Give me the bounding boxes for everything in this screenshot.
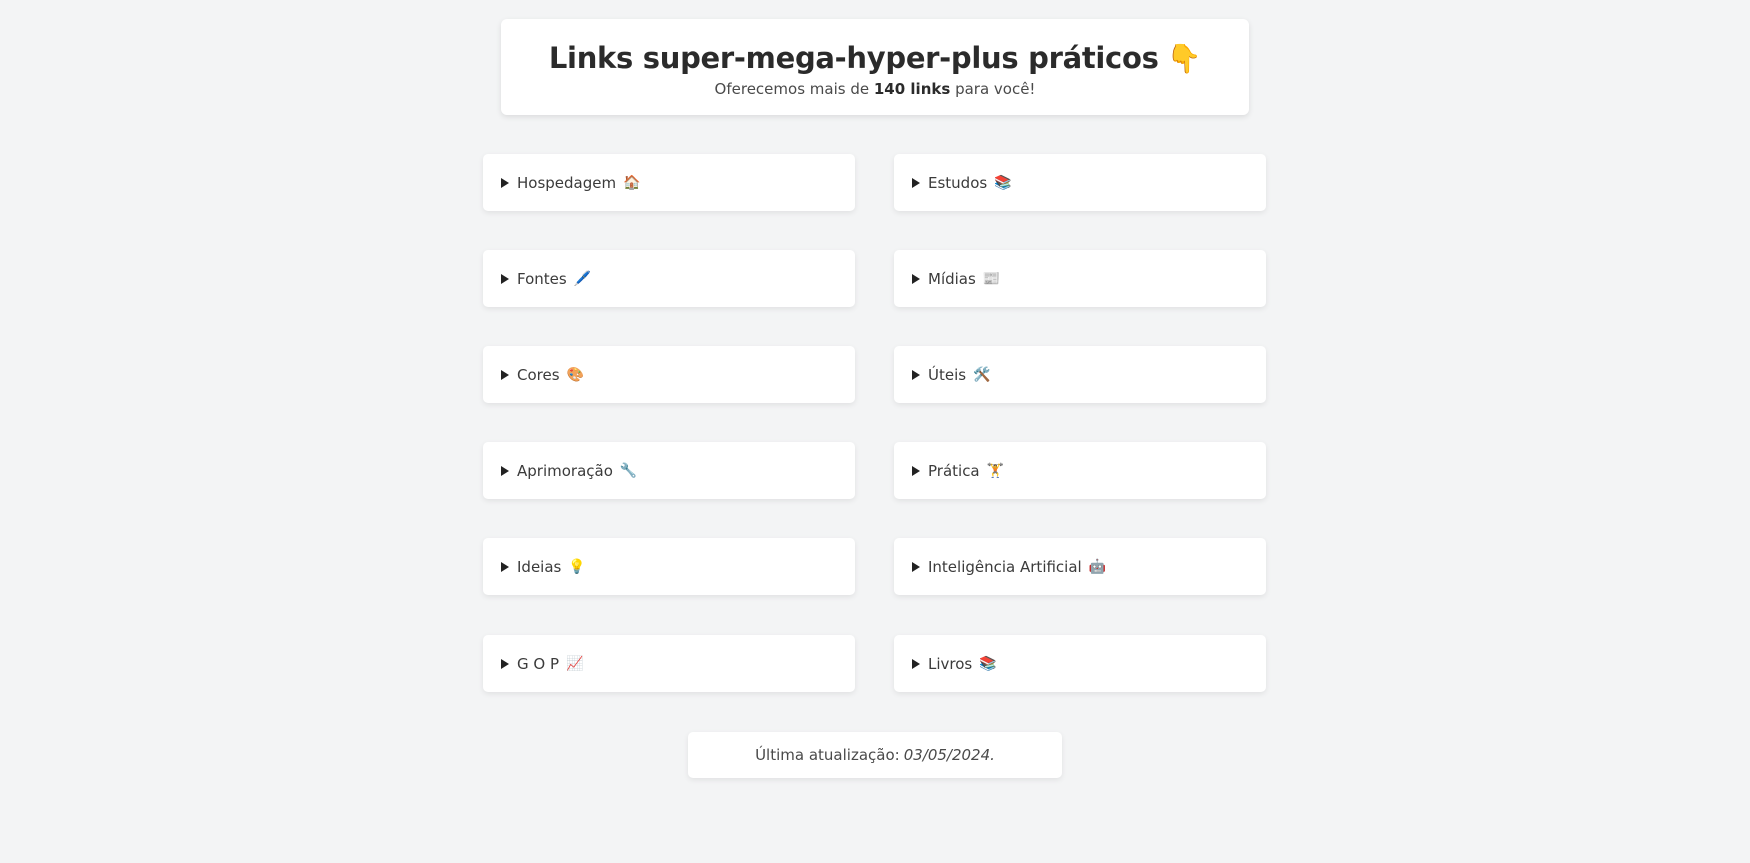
category-gop[interactable]: G O P 📈 [483, 635, 855, 692]
subtitle-prefix: Oferecemos mais de [714, 80, 870, 98]
category-label: Aprimoração [517, 461, 613, 480]
tools-icon: 🛠️ [973, 366, 991, 383]
category-cores[interactable]: Cores 🎨 [483, 346, 855, 403]
palette-icon: 🎨 [566, 366, 584, 383]
books-icon: 📚 [979, 655, 997, 672]
expand-triangle-icon [912, 465, 920, 476]
expand-triangle-icon [912, 177, 920, 188]
category-uteis[interactable]: Úteis 🛠️ [894, 346, 1266, 403]
expand-triangle-icon [912, 561, 920, 572]
category-label: Inteligência Artificial [928, 557, 1082, 576]
category-midias[interactable]: Mídias 📰 [894, 250, 1266, 307]
page-title-text: Links super-mega-hyper-plus práticos [548, 41, 1159, 75]
subtitle-link-count: 140 links [873, 80, 951, 98]
last-updated-card: Última atualização: 03/05/2024. [688, 732, 1062, 778]
category-estudos[interactable]: Estudos 📚 [894, 154, 1266, 211]
header-card: Links super-mega-hyper-plus práticos 👇 Of… [501, 19, 1249, 115]
category-label: Hospedagem [517, 173, 617, 192]
expand-triangle-icon [501, 658, 509, 669]
newspaper-icon: 📰 [982, 270, 1001, 287]
pen-icon: 🖊️ [573, 270, 592, 287]
category-hospedagem[interactable]: Hospedagem 🏠 [483, 154, 855, 211]
expand-triangle-icon [501, 561, 509, 572]
page-title: Links super-mega-hyper-plus práticos 👇 [501, 19, 1249, 77]
expand-triangle-icon [912, 658, 920, 669]
expand-triangle-icon [912, 369, 920, 380]
wrench-icon: 🔧 [619, 462, 638, 479]
category-pratica[interactable]: Prática 🏋️ [894, 442, 1266, 499]
category-label: Prática [928, 461, 980, 480]
expand-triangle-icon [912, 273, 920, 284]
category-inteligencia-artificial[interactable]: Inteligência Artificial 🤖 [894, 538, 1266, 595]
category-label: Úteis [928, 365, 967, 384]
category-label: Cores [517, 365, 560, 384]
category-aprimoracao[interactable]: Aprimoração 🔧 [483, 442, 855, 499]
books-icon: 📚 [994, 174, 1012, 191]
category-label: Ideias [517, 557, 562, 576]
category-label: Estudos [928, 173, 988, 192]
subtitle: Oferecemos mais de 140 links para você! [501, 79, 1249, 99]
category-ideias[interactable]: Ideias 💡 [483, 538, 855, 595]
expand-triangle-icon [501, 273, 509, 284]
weightlifter-icon: 🏋️ [986, 462, 1005, 479]
category-label: G O P [517, 654, 560, 673]
last-updated-date: 03/05/2024. [903, 746, 995, 764]
category-label: Fontes [517, 269, 567, 288]
chart-increasing-icon: 📈 [566, 655, 584, 672]
category-livros[interactable]: Livros 📚 [894, 635, 1266, 692]
last-updated-label: Última atualização: [755, 746, 900, 764]
expand-triangle-icon [501, 177, 509, 188]
lightbulb-icon: 💡 [568, 558, 586, 575]
house-icon: 🏠 [623, 174, 641, 191]
robot-icon: 🤖 [1088, 558, 1107, 575]
category-label: Mídias [928, 269, 976, 288]
subtitle-suffix: para você! [955, 80, 1036, 98]
expand-triangle-icon [501, 465, 509, 476]
pointing-down-icon: 👇 [1166, 42, 1202, 75]
category-fontes[interactable]: Fontes 🖊️ [483, 250, 855, 307]
expand-triangle-icon [501, 369, 509, 380]
category-label: Livros [928, 654, 973, 673]
